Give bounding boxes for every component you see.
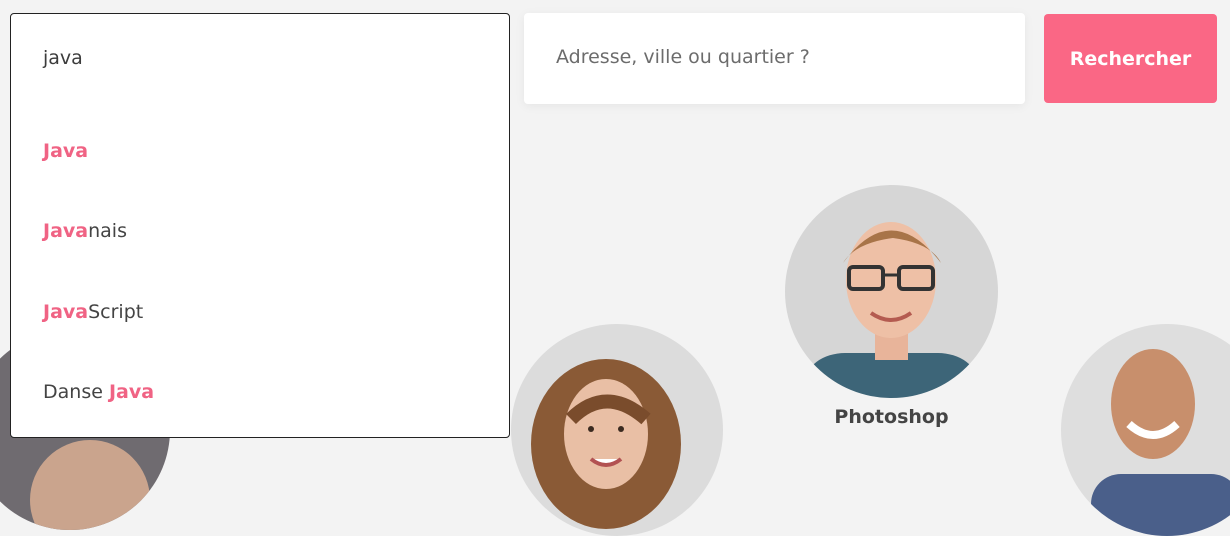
suggestion-danse-java[interactable]: Danse Java — [43, 381, 154, 403]
suggestion-match: Java — [43, 301, 89, 323]
avatar-man-bald[interactable] — [1061, 324, 1230, 536]
search-button[interactable]: Rechercher — [1044, 14, 1217, 103]
suggestion-java[interactable]: Java — [43, 140, 88, 162]
address-input[interactable] — [556, 46, 996, 68]
address-box — [524, 13, 1025, 104]
suggestion-rest: Script — [88, 301, 144, 323]
subject-label[interactable]: Photoshop — [785, 406, 998, 428]
suggestion-javascript[interactable]: JavaScript — [43, 301, 143, 323]
suggestion-match: Java — [43, 140, 89, 162]
search-input[interactable]: java — [43, 47, 83, 69]
suggestion-match: Java — [108, 381, 155, 403]
suggestion-javanais[interactable]: Javanais — [43, 220, 127, 242]
avatar-man-glasses[interactable] — [785, 185, 998, 398]
suggestion-match: Java — [43, 220, 89, 242]
search-box: java Java Javanais JavaScript Danse Java — [10, 13, 510, 438]
avatar-woman[interactable] — [511, 324, 723, 536]
suggestion-rest: nais — [88, 220, 127, 242]
suggestion-prefix: Danse — [43, 381, 109, 403]
